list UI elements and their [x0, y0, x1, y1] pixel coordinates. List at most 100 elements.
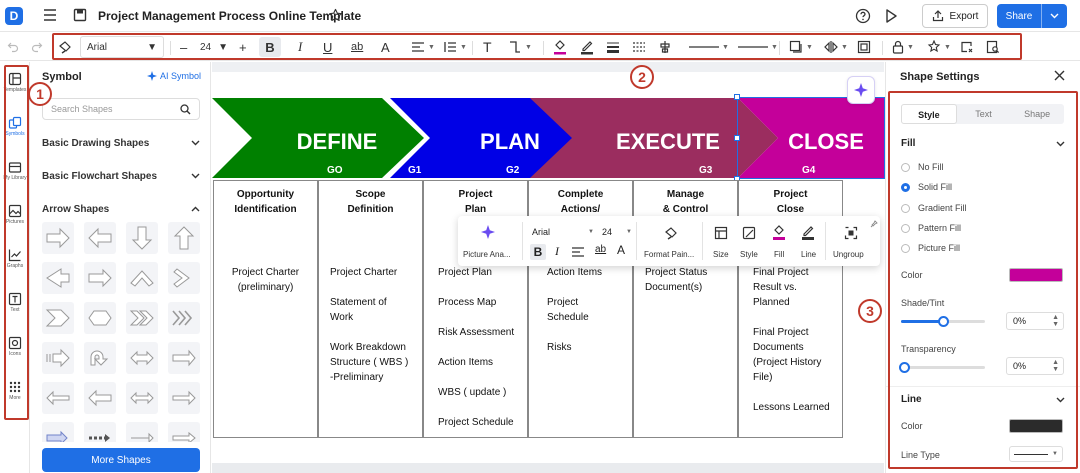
category-basic-flowchart[interactable]: Basic Flowchart Shapes — [42, 168, 200, 184]
redo-icon[interactable] — [31, 39, 43, 55]
ungroup-icon[interactable] — [844, 226, 858, 240]
play-icon[interactable] — [884, 8, 898, 24]
double-arrow-thin-shape[interactable] — [126, 382, 158, 414]
column-heading: Manage & Control — [662, 189, 709, 215]
list-item: Statement of Work — [330, 297, 387, 323]
sparkle-icon[interactable] — [480, 224, 496, 240]
list-item: Lessons Learned — [753, 402, 830, 413]
list-item: Project Plan — [438, 267, 492, 278]
arrow-left-block-shape[interactable] — [84, 382, 116, 414]
size-label[interactable]: Size — [713, 250, 729, 259]
dashed-arrow-shape[interactable] — [84, 422, 116, 442]
picture-analysis-label[interactable]: Picture Ana... — [463, 250, 511, 259]
search-icon[interactable] — [180, 103, 191, 115]
striped-arrow-small-shape[interactable] — [42, 422, 74, 442]
ai-assistant-button[interactable] — [847, 76, 875, 104]
close-icon[interactable] — [1054, 70, 1065, 81]
column-items: Project Plan Process Map Risk Assessment… — [438, 265, 527, 445]
share-button[interactable]: Share — [997, 4, 1067, 28]
toolbar-highlight-box — [52, 33, 1022, 60]
font-family-value: Arial — [532, 227, 551, 237]
style-icon[interactable] — [742, 226, 756, 240]
font-size-select[interactable]: 24 ▼ — [602, 224, 632, 240]
font-family-select[interactable]: Arial ▼ — [532, 224, 594, 240]
chevron-shape[interactable] — [42, 302, 74, 334]
list-item: Process Map — [438, 297, 497, 308]
triple-chevron-shape[interactable] — [168, 302, 200, 334]
search-input[interactable] — [51, 104, 171, 114]
export-button[interactable]: Export — [922, 4, 988, 28]
arrow-right-thin-shape[interactable] — [168, 382, 200, 414]
fill-icon[interactable] — [772, 224, 786, 241]
format-painter-label[interactable]: Format Pain... — [644, 250, 694, 259]
arrow-up-shape[interactable] — [168, 222, 200, 254]
left-right-arrow-shape[interactable] — [126, 342, 158, 374]
process-column[interactable]: Scope Definition Project Charter Stateme… — [318, 180, 423, 438]
arrow-left-thin-shape[interactable] — [42, 382, 74, 414]
list-item: Project Schedule — [547, 297, 589, 323]
share-dropdown-icon[interactable] — [1042, 13, 1067, 19]
strikethrough-button[interactable]: ab — [595, 244, 606, 255]
arrow-long-right-shape[interactable] — [168, 342, 200, 374]
striped-arrow-shape[interactable] — [42, 342, 74, 374]
text-align-button[interactable] — [572, 247, 584, 257]
process-column[interactable]: Opportunity Identification Project Chart… — [213, 180, 318, 438]
arrow-wide-right-shape[interactable] — [84, 262, 116, 294]
list-item: Risk Assessment — [438, 327, 515, 338]
line-icon[interactable] — [801, 224, 815, 241]
ai-symbol-button[interactable]: AI Symbol — [147, 71, 201, 81]
format-painter-icon[interactable] — [664, 226, 678, 240]
hexagon-arrow-shape[interactable] — [84, 302, 116, 334]
menu-icon[interactable] — [43, 9, 57, 21]
column-heading: Project Plan — [458, 189, 493, 215]
font-color-button[interactable]: A — [617, 243, 625, 257]
more-shapes-button[interactable]: More Shapes — [42, 448, 200, 472]
italic-button[interactable]: I — [555, 244, 559, 259]
category-arrow-shapes[interactable]: Arrow Shapes — [42, 201, 200, 217]
undo-icon[interactable] — [7, 39, 19, 55]
top-bar: D Project Management Process Online Temp… — [0, 0, 1080, 32]
selection-handle[interactable] — [734, 135, 740, 141]
category-basic-drawing[interactable]: Basic Drawing Shapes — [42, 135, 200, 151]
size-icon[interactable] — [714, 226, 728, 240]
divider — [825, 222, 826, 260]
style-label[interactable]: Style — [740, 250, 758, 259]
fill-label[interactable]: Fill — [774, 250, 784, 259]
phase-title: EXECUTE — [616, 129, 720, 154]
arrow-right-shape[interactable] — [42, 222, 74, 254]
horizontal-scrollbar[interactable] — [212, 463, 884, 473]
selection-handle[interactable] — [734, 94, 740, 100]
double-chevron-shape[interactable] — [126, 302, 158, 334]
gate-label: GO — [327, 165, 343, 176]
rail-highlight-box — [4, 65, 29, 420]
gate-label: G1 — [408, 165, 422, 176]
help-icon[interactable] — [855, 8, 871, 24]
pin-icon[interactable] — [870, 220, 878, 228]
arrow-notched-left-shape[interactable] — [42, 262, 74, 294]
font-size-value: 24 — [602, 227, 613, 237]
list-item: Final Project Documents (Project History… — [753, 327, 822, 383]
chevron-up-shape[interactable] — [126, 262, 158, 294]
chevron-right-shape[interactable] — [168, 262, 200, 294]
list-item: Project Charter — [330, 267, 398, 278]
divider — [702, 222, 703, 260]
app-logo[interactable]: D — [5, 7, 23, 25]
u-turn-arrow-shape[interactable] — [84, 342, 116, 374]
document-title[interactable]: Project Management Process Online Templa… — [98, 9, 361, 23]
symbol-panel: Symbol AI Symbol Basic Drawing Shapes Ba… — [31, 62, 211, 473]
ungroup-label[interactable]: Ungroup — [833, 250, 864, 259]
category-label: Basic Drawing Shapes — [42, 137, 150, 149]
line-arrow-shape[interactable] — [168, 422, 200, 442]
star-icon[interactable] — [328, 8, 343, 23]
ai-symbol-label: AI Symbol — [160, 71, 202, 81]
settings-highlight-box — [888, 91, 1078, 469]
column-items: Project Charter Statement of Work Work B… — [330, 265, 422, 400]
arrow-left-shape[interactable] — [84, 222, 116, 254]
file-icon[interactable] — [73, 8, 87, 22]
phase-title: DEFINE — [296, 129, 378, 154]
curved-arrow-shape[interactable] — [126, 422, 158, 442]
line-label[interactable]: Line — [801, 250, 816, 259]
chevron-down-icon: ▼ — [588, 229, 594, 235]
arrow-down-shape[interactable] — [126, 222, 158, 254]
bold-button[interactable]: B — [530, 244, 546, 260]
